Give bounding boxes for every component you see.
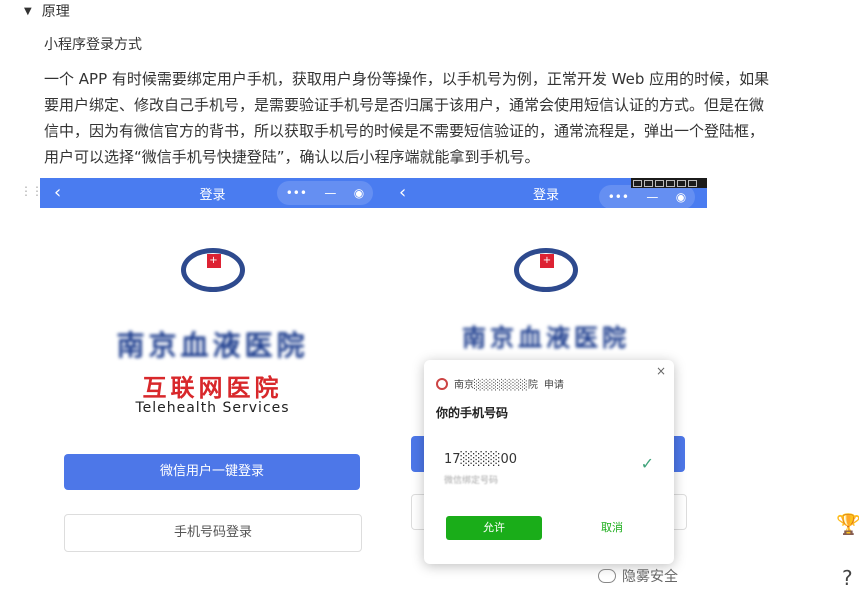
phone-hint: 微信绑定号码: [444, 476, 499, 486]
drag-handle-icon[interactable]: ⋮⋮: [20, 184, 43, 198]
toolbar-icon[interactable]: [666, 179, 675, 187]
phone-screenshot-left: ‹ 登录 ••• — ◉ + 南京血液医院 互联网医院 Telehealth S…: [40, 178, 386, 614]
toolbar-icon[interactable]: [655, 179, 664, 187]
close-icon[interactable]: ◉: [354, 186, 364, 200]
more-icon[interactable]: •••: [286, 186, 307, 200]
minimize-icon[interactable]: —: [646, 190, 658, 204]
dialog-header: 南京░░░░░░░院 申请: [436, 376, 564, 391]
allow-button[interactable]: 允许: [446, 516, 542, 540]
wechat-icon: [598, 569, 616, 583]
request-label: 申请: [543, 380, 564, 391]
capsule-menu[interactable]: ••• — ◉: [599, 185, 695, 209]
toolbar-icon[interactable]: [633, 179, 642, 187]
check-icon: ✓: [640, 454, 654, 473]
close-icon[interactable]: ◉: [676, 190, 686, 204]
phone-auth-dialog: × 南京░░░░░░░院 申请 你的手机号码 17░░░░00 微信绑定号码 ✓…: [424, 360, 674, 564]
cross-icon: +: [540, 254, 554, 268]
wechat-login-button[interactable]: 微信用户一键登录: [64, 454, 360, 490]
close-icon[interactable]: ×: [656, 364, 666, 378]
more-icon[interactable]: •••: [608, 190, 629, 204]
capsule-menu[interactable]: ••• — ◉: [277, 181, 373, 205]
dialog-title: 你的手机号码: [436, 406, 509, 420]
app-name: 南京░░░░░░░院: [454, 380, 538, 391]
section-toggle[interactable]: ▼ 原理: [24, 0, 70, 22]
hospital-logo: +: [40, 248, 385, 296]
watermark: 隐雾安全: [598, 566, 678, 586]
toolbar-icon[interactable]: [677, 179, 686, 187]
toolbar-icon[interactable]: [688, 179, 697, 187]
section-title: 原理: [41, 4, 70, 20]
paragraph-text: 一个 APP 有时候需要绑定用户手机，获取用户身份等操作，以手机号为例，正常开发…: [44, 70, 770, 166]
trophy-icon[interactable]: 🏆: [836, 512, 859, 536]
hospital-name: 南京血液医院: [462, 324, 630, 352]
navbar-right: ‹ 登录 ••• — ◉: [385, 178, 707, 209]
hospital-logo: +: [385, 248, 707, 296]
toolbar-icon[interactable]: [644, 179, 653, 187]
app-logo-icon: [436, 377, 448, 390]
triangle-down-icon[interactable]: ▼: [24, 6, 32, 17]
phone-number[interactable]: 17░░░░00: [444, 452, 517, 467]
watermark-text: 隐雾安全: [622, 569, 678, 585]
brand-cn: 互联网医院: [142, 374, 283, 402]
cancel-button[interactable]: 取消: [564, 516, 660, 540]
help-icon[interactable]: ?: [842, 566, 853, 590]
phone-login-button[interactable]: 手机号码登录: [64, 514, 362, 552]
cross-icon: +: [206, 254, 221, 268]
image-toolbar[interactable]: [631, 178, 707, 188]
subtitle: 小程序登录方式: [44, 37, 142, 53]
minimize-icon[interactable]: —: [324, 186, 336, 200]
brand-en: Telehealth Services: [135, 400, 290, 416]
hospital-name: 南京血液医院: [116, 329, 309, 362]
navbar-left: ‹ 登录 ••• — ◉: [40, 178, 385, 208]
